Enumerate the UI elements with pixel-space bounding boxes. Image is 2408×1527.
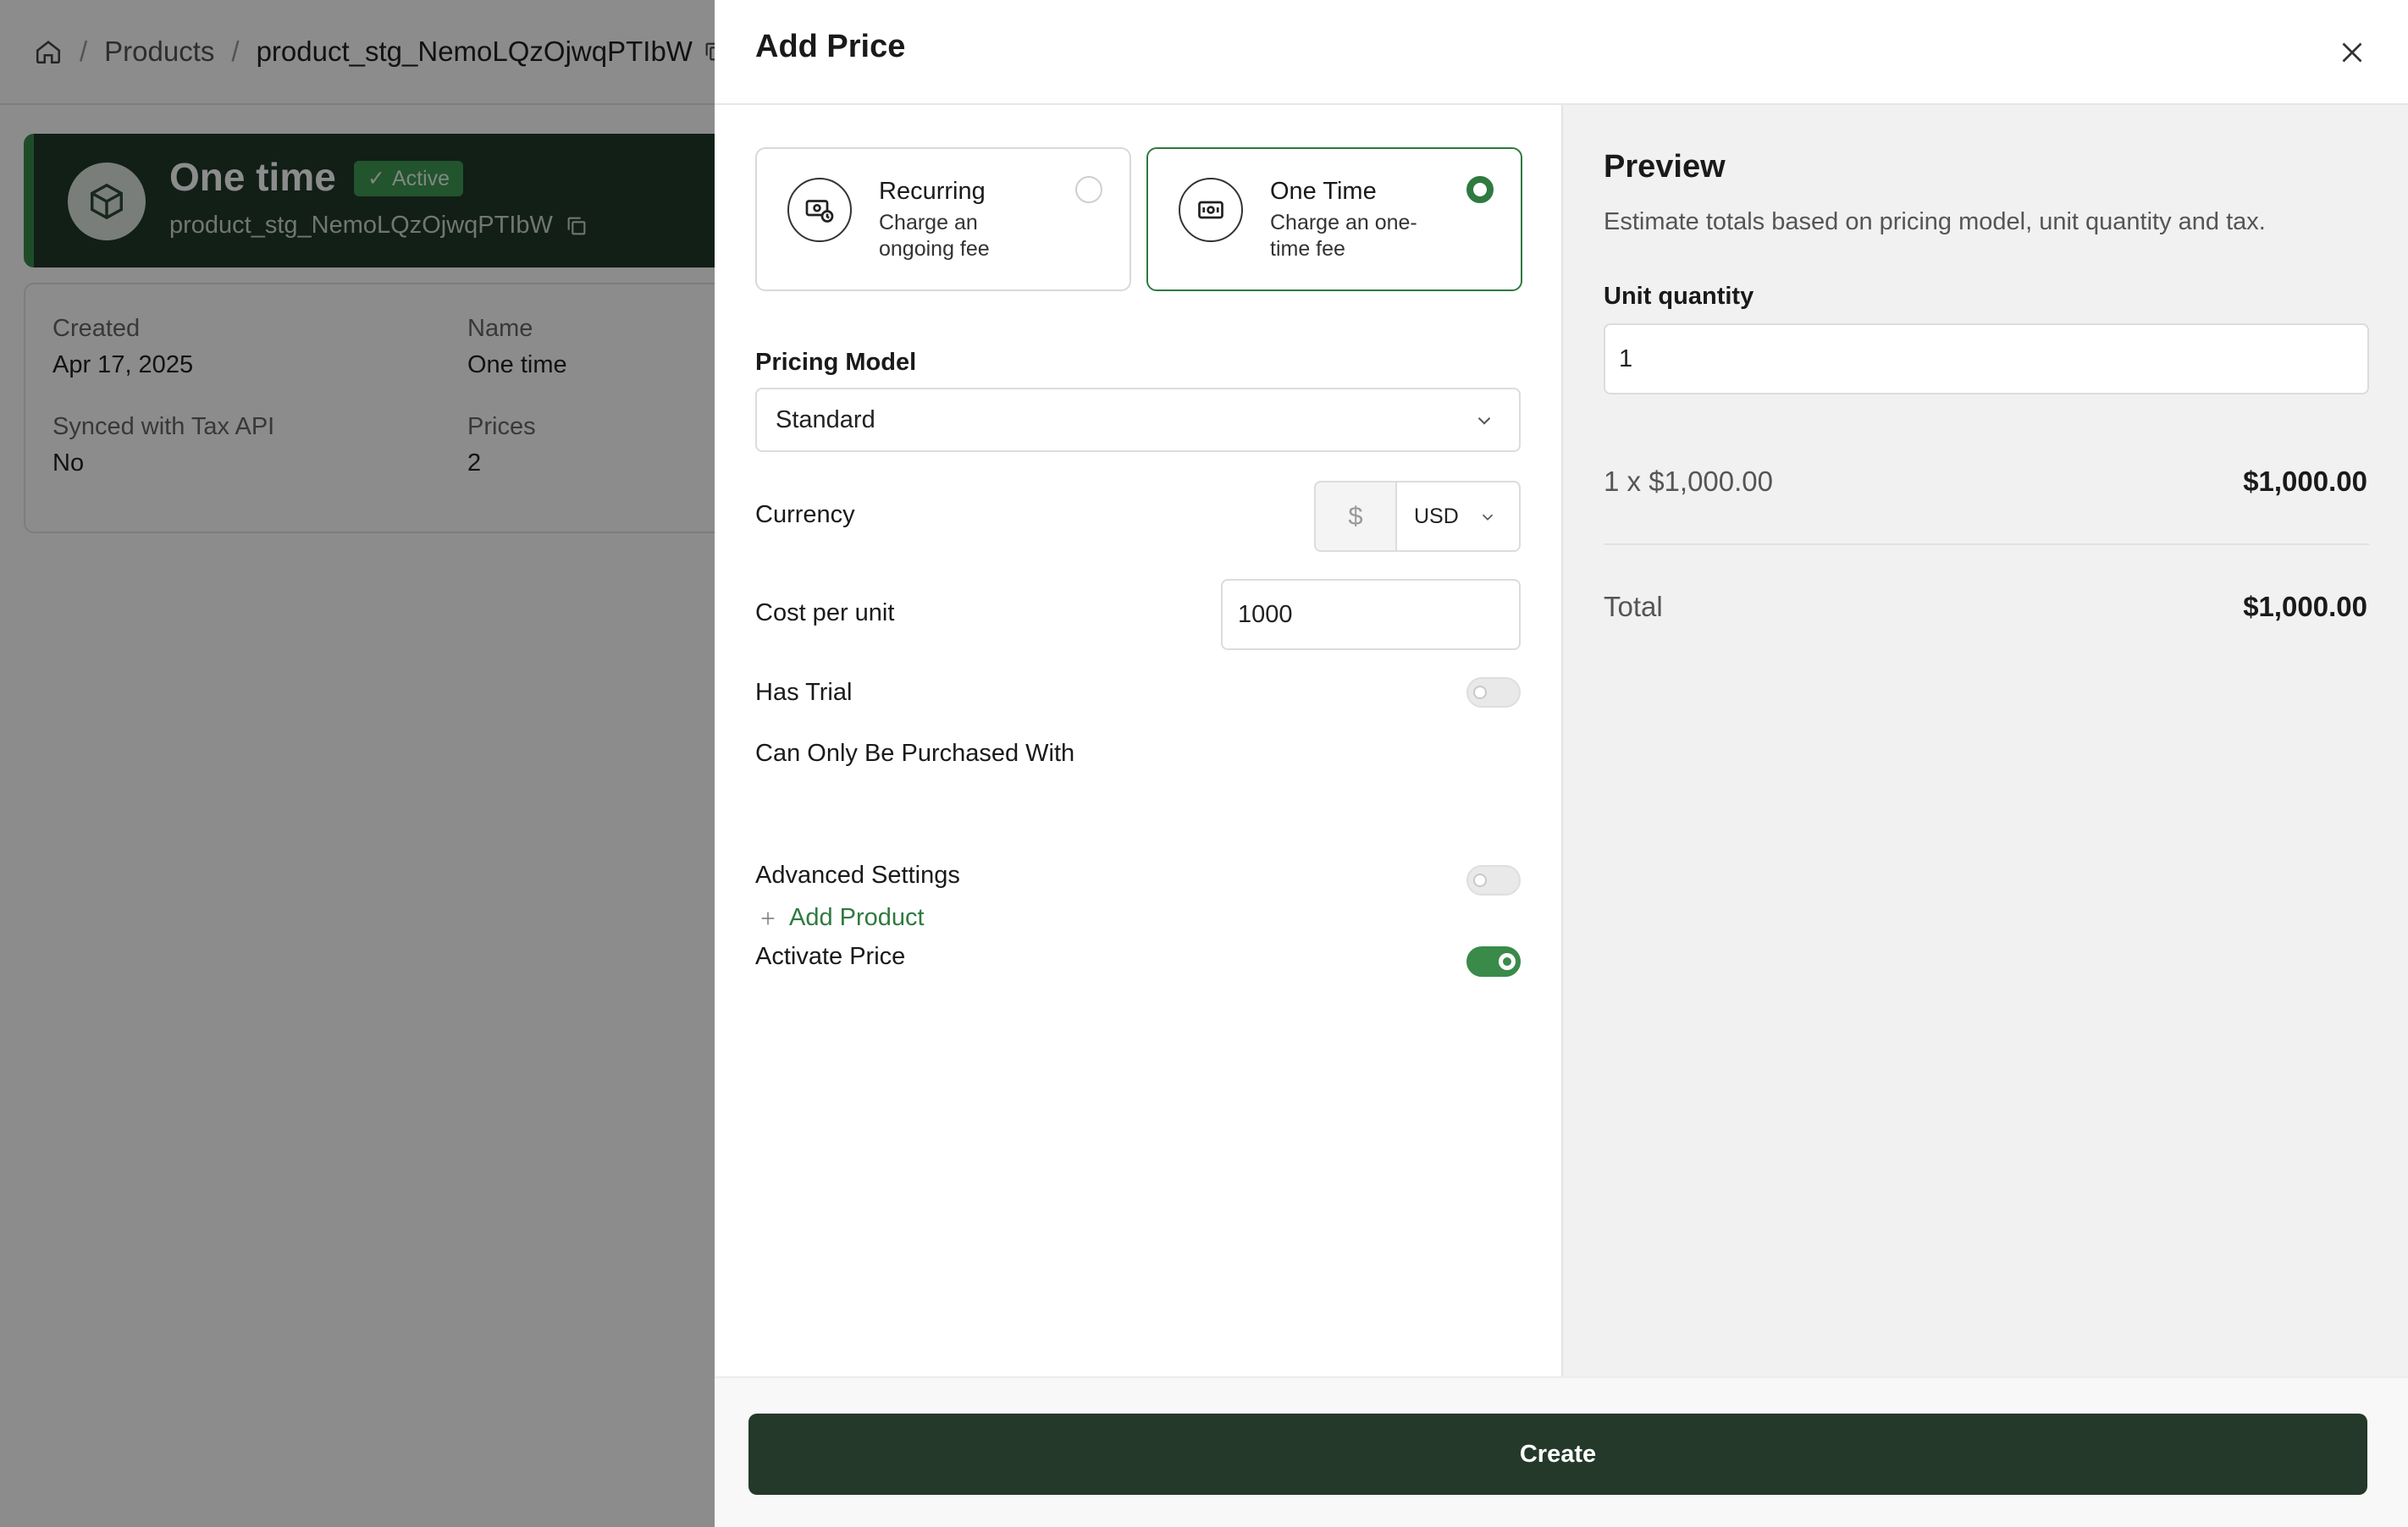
drawer-header: Add Price (715, 0, 2408, 105)
close-icon (2342, 42, 2362, 63)
advanced-settings-label: Advanced Settings (755, 862, 960, 889)
price-type-description: Charge an ongoing fee (879, 211, 990, 261)
price-form: Recurring Charge an ongoing fee One Time… (715, 105, 1561, 1376)
create-button[interactable]: Create (748, 1414, 2367, 1495)
recurring-money-icon (787, 178, 852, 242)
preview-description: Estimate totals based on pricing model, … (1604, 208, 2266, 235)
preview-panel: Preview Estimate totals based on pricing… (1561, 105, 2408, 1376)
unit-quantity-label: Unit quantity (1604, 283, 1754, 310)
currency-value: USD (1414, 504, 1459, 528)
has-trial-label: Has Trial (755, 679, 853, 706)
drawer-title: Add Price (755, 29, 906, 64)
add-price-drawer: Add Price Recurring Charge an ongoing fe… (715, 0, 2408, 1527)
drawer-footer: Create (715, 1376, 2408, 1527)
has-trial-toggle[interactable] (1466, 677, 1521, 708)
cost-per-unit-input[interactable] (1221, 579, 1521, 650)
pricing-model-label: Pricing Model (755, 349, 917, 376)
price-type-title: One Time (1270, 178, 1377, 205)
currency-label: Currency (755, 501, 855, 528)
pricing-model-value: Standard (776, 405, 875, 433)
add-product-label: Add Product (789, 904, 925, 931)
price-type-recurring[interactable]: Recurring Charge an ongoing fee (755, 147, 1131, 291)
add-product-button[interactable]: Add Product (759, 904, 925, 932)
currency-select[interactable]: USD (1397, 482, 1519, 550)
advanced-settings-toggle[interactable] (1466, 865, 1521, 896)
chevron-down-icon (1482, 514, 1494, 521)
price-type-description: Charge an one-time fee (1270, 211, 1417, 261)
toggle-knob (1473, 686, 1487, 699)
activate-price-label: Activate Price (755, 943, 906, 970)
cost-per-unit-label: Cost per unit (755, 599, 895, 626)
divider (1604, 543, 2369, 545)
cash-icon (1179, 178, 1243, 242)
chevron-down-icon (1477, 417, 1491, 425)
price-type-one-time[interactable]: One Time Charge an one-time fee (1146, 147, 1522, 291)
toggle-knob (1499, 953, 1516, 970)
price-type-title: Recurring (879, 178, 986, 205)
toggle-knob (1473, 874, 1487, 887)
pricing-model-select[interactable]: Standard (755, 388, 1521, 452)
currency-symbol: $ (1316, 482, 1397, 550)
recurring-radio[interactable] (1075, 176, 1102, 203)
unit-quantity-input[interactable] (1604, 323, 2369, 394)
activate-price-toggle[interactable] (1466, 946, 1521, 977)
line-item-amount: $1,000.00 (2243, 466, 2367, 497)
one-time-radio[interactable] (1466, 176, 1494, 203)
line-item-description: 1 x $1,000.00 (1604, 466, 1773, 497)
currency-field: $ USD (1314, 481, 1521, 552)
total-amount: $1,000.00 (2243, 591, 2367, 622)
close-button[interactable] (2330, 30, 2374, 74)
total-label: Total (1604, 591, 1663, 622)
preview-title: Preview (1604, 149, 1726, 185)
purchased-with-label: Can Only Be Purchased With (755, 740, 1075, 767)
plus-icon (761, 912, 775, 924)
